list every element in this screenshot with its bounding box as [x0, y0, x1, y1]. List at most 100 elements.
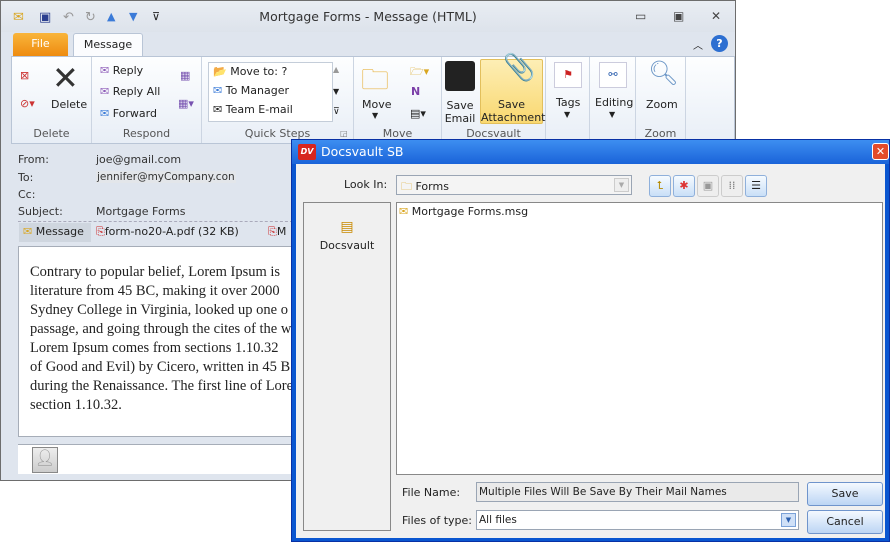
- floppy-disk-icon: [445, 61, 475, 91]
- cancel-button[interactable]: Cancel: [807, 510, 883, 534]
- group-move: 🗀 Move ▼ 🗁▾ N ▤▾ Move: [354, 57, 442, 143]
- more-respond-icon[interactable]: ▦▾: [178, 97, 194, 110]
- forward-button[interactable]: ✉ Forward: [100, 107, 157, 120]
- new-folder-button[interactable]: ✱: [673, 175, 695, 197]
- reply-all-label: Reply All: [112, 85, 161, 98]
- gallery-more[interactable]: ⊽: [333, 107, 340, 117]
- look-in-dropdown[interactable]: 🗀 Forms ▼: [396, 175, 632, 195]
- reply-all-button[interactable]: ✉ Reply All: [100, 85, 160, 98]
- message-tab-label: Message: [35, 225, 84, 238]
- move-button[interactable]: Move: [362, 98, 392, 111]
- gallery-scroll-down[interactable]: ▼: [333, 87, 339, 96]
- dialog-title: Docsvault SB: [321, 144, 404, 159]
- file-name-input[interactable]: Multiple Files Will Be Save By Their Mai…: [476, 482, 799, 502]
- body-line: during the Renaissance. The first line o…: [30, 378, 294, 394]
- window-title: Mortgage Forms - Message (HTML): [259, 9, 477, 24]
- gallery-scroll-up[interactable]: ▲: [333, 65, 339, 74]
- tags-button[interactable]: Tags: [556, 96, 580, 109]
- quick-step-label: Team E-mail: [225, 103, 293, 116]
- quick-step-move-to[interactable]: 📂 Move to: ?: [209, 63, 332, 82]
- save-attachment-label: Attachment: [481, 111, 546, 124]
- to-label: To:: [18, 171, 34, 184]
- save-attachment-button[interactable]: 📎 Save Attachment: [480, 53, 546, 124]
- file-item[interactable]: ✉ Mortgage Forms.msg: [399, 205, 528, 218]
- docsvault-dialog: DV Docsvault SB ✕ Look In: 🗀 Forms ▼ ⮤ ✱…: [291, 139, 890, 542]
- file-type-dropdown[interactable]: All files ▼: [476, 510, 799, 530]
- flag-icon: ⚑: [554, 62, 582, 88]
- close-icon[interactable]: ✕: [711, 9, 721, 23]
- binoculars-icon: ⚯: [599, 62, 627, 88]
- rules-icon[interactable]: 🗁▾: [410, 63, 429, 82]
- delete-x-icon[interactable]: ✕: [52, 59, 79, 97]
- details-view-button[interactable]: ☰: [745, 175, 767, 197]
- chevron-down-icon: ▼: [372, 111, 379, 120]
- group-tags: ⚑ Tags ▼: [546, 57, 590, 143]
- quick-step-team-email[interactable]: ✉ Team E-mail: [209, 101, 332, 120]
- chevron-down-icon: ▼: [564, 110, 571, 119]
- collapse-ribbon-icon[interactable]: ︿: [693, 37, 703, 52]
- docsvault-logo-icon: DV: [298, 144, 316, 160]
- message-tab[interactable]: ✉ Message: [19, 223, 91, 242]
- pdf-icon: ⎘: [268, 225, 277, 238]
- to-manager-icon: ✉: [213, 84, 226, 97]
- reply-label: Reply: [112, 64, 144, 77]
- actions-icon[interactable]: ▤▾: [410, 107, 426, 120]
- help-icon[interactable]: ?: [711, 35, 728, 52]
- meeting-icon[interactable]: ▦: [180, 69, 190, 82]
- file-list[interactable]: ✉ Mortgage Forms.msg: [396, 202, 883, 475]
- cc-label: Cc:: [18, 188, 36, 201]
- to-value[interactable]: jennifer@myCompany.con: [96, 171, 236, 183]
- avatar[interactable]: 👤︎: [32, 447, 58, 473]
- body-line: of Good and Evil) by Cicero, written in …: [30, 359, 291, 375]
- attachment-label: M: [276, 225, 287, 238]
- save-email-button[interactable]: Save Email: [442, 99, 478, 125]
- group-label: Respond: [122, 127, 171, 140]
- group-quick-steps: 📂 Move to: ? ✉ To Manager ✉ Team E-mail …: [202, 57, 354, 143]
- forward-icon: ✉: [100, 107, 113, 120]
- file-type-value: All files: [479, 514, 517, 526]
- junk-icon[interactable]: ⊘▾: [20, 97, 35, 110]
- pdf-icon: ⎘: [96, 225, 105, 238]
- quick-step-to-manager[interactable]: ✉ To Manager: [209, 82, 332, 101]
- envelope-icon: ✉: [399, 205, 409, 218]
- look-in-value: Forms: [415, 180, 449, 193]
- attachment-pdf[interactable]: ⎘form-no20-A.pdf (32 KB): [96, 225, 239, 239]
- subject-label: Subject:: [18, 205, 63, 218]
- paperclip-icon: 📎: [503, 53, 536, 83]
- places-sidebar: ▤ Docsvault: [303, 202, 391, 531]
- maximize-icon[interactable]: ▣: [673, 9, 684, 23]
- save-button[interactable]: Save: [807, 482, 883, 506]
- subject-value: Mortgage Forms: [96, 205, 186, 218]
- group-docsvault: Save Email 📎 Save Attachment Docsvault: [442, 53, 546, 143]
- from-value[interactable]: joe@gmail.com: [96, 153, 181, 166]
- forward-label: Forward: [112, 107, 157, 120]
- tab-file[interactable]: File: [13, 33, 68, 56]
- attachment-pdf[interactable]: ⎘M: [268, 225, 286, 239]
- dialog-body: Look In: 🗀 Forms ▼ ⮤ ✱ ▣ ⁞⁞ ☰ ▤ Docsvaul…: [296, 164, 885, 538]
- up-folder-button[interactable]: ⮤: [649, 175, 671, 197]
- zoom-button[interactable]: Zoom: [646, 98, 678, 111]
- save-email-label: Save: [446, 99, 474, 112]
- tab-message[interactable]: Message: [73, 33, 143, 57]
- onenote-icon[interactable]: N: [411, 85, 420, 98]
- message-body[interactable]: Contrary to popular belief, Lorem Ipsum …: [18, 246, 298, 437]
- editing-button[interactable]: Editing: [595, 96, 633, 109]
- chevron-down-icon: ▼: [609, 110, 616, 119]
- body-line: Sydney College in Virginia, looked up on…: [30, 302, 288, 318]
- ignore-icon[interactable]: ⊠: [20, 69, 29, 82]
- list-view-button[interactable]: ⁞⁞: [721, 175, 743, 197]
- folder-shortcut-button[interactable]: ▣: [697, 175, 719, 197]
- save-email-label: Email: [444, 112, 476, 125]
- team-email-icon: ✉: [213, 103, 226, 116]
- move-to-icon: 📂: [213, 65, 231, 78]
- reply-button[interactable]: ✉ Reply: [100, 64, 143, 77]
- file-type-label: Files of type:: [402, 514, 473, 527]
- delete-button[interactable]: Delete: [51, 98, 87, 111]
- minimize-icon[interactable]: ▭: [635, 9, 646, 23]
- ribbon-tabs: File Message ︿ ?: [1, 32, 735, 57]
- sidebar-item-docsvault[interactable]: ▤ Docsvault: [304, 219, 390, 252]
- attachment-label: form-no20-A.pdf (32 KB): [104, 225, 239, 238]
- file-name: Mortgage Forms.msg: [411, 205, 529, 218]
- dialog-close-button[interactable]: ✕: [872, 143, 889, 160]
- dialog-title-bar: DV Docsvault SB ✕: [292, 140, 889, 164]
